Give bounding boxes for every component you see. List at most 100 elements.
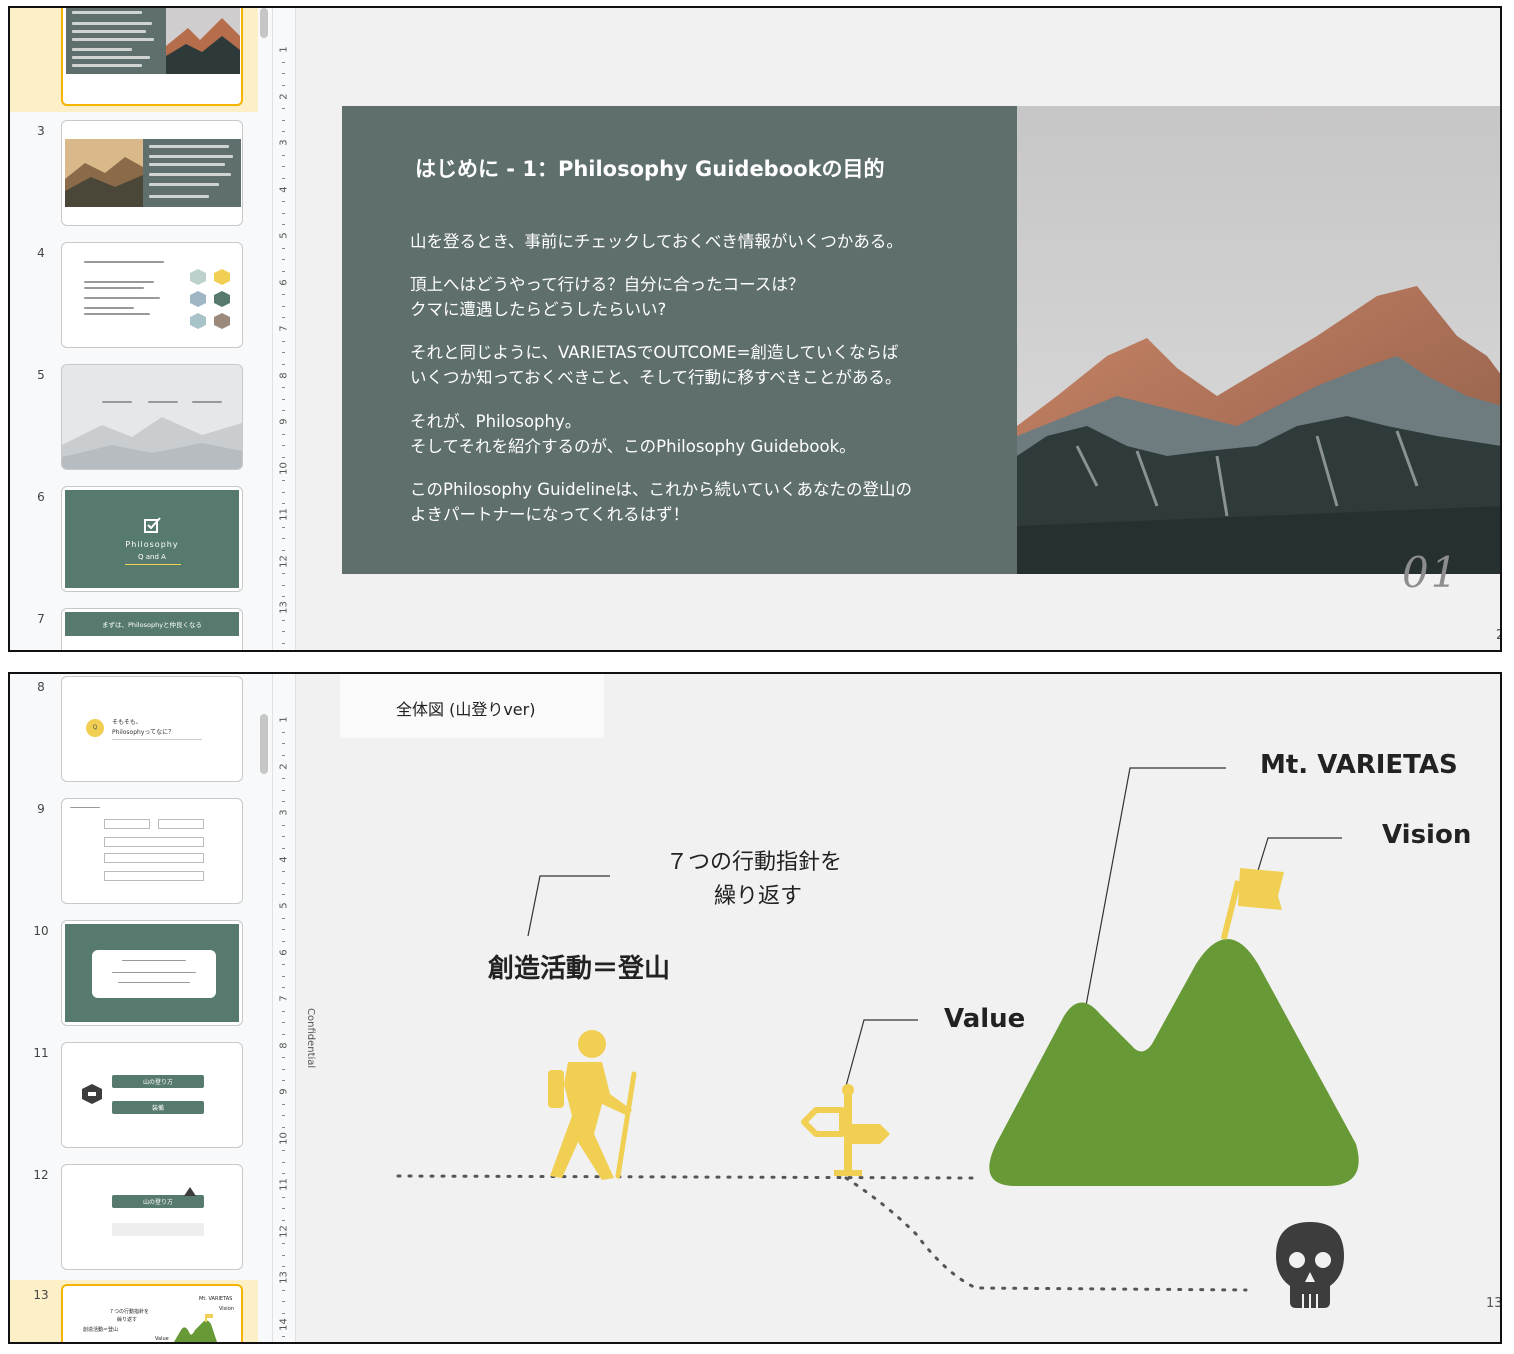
slide-thumbnail-5[interactable] (61, 364, 243, 470)
ruler-tick (282, 270, 285, 272)
thumb-text: ７つの行動指針を (109, 1309, 150, 1315)
ruler-tick (282, 1289, 285, 1291)
ruler-label: 13 (278, 1271, 290, 1284)
ruler-tick (282, 119, 285, 121)
ruler-label: 2 (278, 762, 290, 770)
slide-canvas: はじめに - 1：Philosophy Guidebookの目的 山を登るとき、… (296, 8, 1500, 650)
handwritten-number: 01 (1402, 548, 1460, 597)
filmstrip-item-4[interactable]: 4 (10, 242, 260, 354)
thumb-text: 繰り返す (117, 1317, 138, 1323)
ruler-tick (282, 445, 285, 447)
ruler-label: 7 (278, 995, 290, 1002)
ruler-tick (282, 882, 285, 884)
ruler-tick (282, 131, 285, 133)
ruler-tick (282, 1150, 285, 1152)
thumb-text: 山の登り方 (142, 1199, 173, 1206)
slide-thumbnail-7[interactable]: まずは、Philosophyと仲良くなる (61, 608, 243, 650)
ruler-tick (282, 987, 285, 989)
ruler-tick (282, 631, 285, 633)
scrollbar-thumb[interactable] (260, 8, 268, 38)
ruler-tick (282, 108, 285, 110)
slide-thumbnail-6[interactable]: Philosophy Q and A (61, 486, 243, 592)
slide-number: 8 (37, 680, 45, 694)
slide-thumbnail-9[interactable] (61, 798, 243, 904)
ruler-tick (282, 294, 285, 296)
slide-thumbnail-4[interactable] (61, 242, 243, 348)
slide-number: 12 (33, 1168, 49, 1182)
ruler-label: 3 (278, 139, 290, 146)
hexagon-icon (82, 1084, 102, 1104)
slide-thumbnail-11[interactable]: 山の登り方 装備 (61, 1042, 243, 1148)
ruler-tick (282, 1033, 285, 1035)
ruler-tick (282, 871, 285, 873)
ruler-label: 4 (278, 855, 290, 863)
ruler-tick (282, 1080, 285, 1082)
ruler-tick (282, 584, 285, 586)
slide-number: 13 (33, 1288, 49, 1302)
page-number: 13 (1486, 1296, 1502, 1311)
ruler-tick (282, 596, 285, 598)
ruler-tick (282, 1161, 285, 1163)
ruler-tick (282, 398, 285, 400)
ruler-tick (282, 929, 285, 931)
filmstrip-item-3[interactable]: 3 (10, 120, 260, 232)
slide-thumbnail-8[interactable]: Q そもそも、 Philosophyってなに？ (61, 676, 243, 782)
filmstrip-item-12[interactable]: 12 山の登り方 (10, 1164, 260, 1276)
ruler-label: 5 (278, 232, 290, 239)
creation-label: 創造活動＝登山 (488, 954, 671, 984)
ruler-tick (282, 1254, 285, 1256)
ruler-tick (282, 847, 285, 849)
filmstrip-item-5[interactable]: 5 (10, 364, 260, 476)
slide-thumbnail-10[interactable] (61, 920, 243, 1026)
ruler-tick (282, 73, 285, 75)
ruler-label: 12 (278, 1224, 290, 1238)
filmstrip-item-6[interactable]: 6 Philosophy Q and A (10, 486, 260, 598)
ruler-tick (282, 754, 285, 756)
ruler-label: 1 (278, 46, 290, 53)
ruler-tick (282, 340, 285, 342)
ruler-tick (282, 731, 285, 733)
ruler-tick (282, 526, 285, 528)
vertical-ruler: 1 2 3 4 5 6 7 8 9 10 11 12 13 14 (272, 674, 296, 1342)
slide-thumbnail-13[interactable]: Mt. VARIETAS Vision ７つの行動指針を 繰り返す 創造活動＝登… (61, 1284, 243, 1342)
ruler-label: 14 (278, 1317, 290, 1331)
filmstrip-item-13[interactable]: 13 Mt. VARIETAS Vision ７つの行動指針を 繰り返す 創造活… (10, 1280, 260, 1342)
ruler-tick (282, 363, 285, 365)
ruler-label: 5 (278, 902, 290, 909)
vertical-ruler: 1 2 3 4 5 6 7 8 9 10 11 12 13 (272, 8, 296, 650)
hexagon-icon (190, 269, 230, 329)
ruler-tick (282, 824, 285, 826)
filmstrip-item-10[interactable]: 10 (10, 920, 260, 1032)
slide-title: はじめに - 1：Philosophy Guidebookの目的 (415, 157, 885, 181)
slide-number: 3 (37, 124, 45, 138)
ruler-tick (282, 503, 285, 505)
filmstrip-item-2[interactable] (10, 8, 260, 112)
text-panel: はじめに - 1：Philosophy Guidebookの目的 山を登るとき、… (342, 106, 1017, 574)
ruler-tick (282, 1243, 285, 1245)
scrollbar-thumb[interactable] (260, 714, 268, 774)
slide-thumbnail-2[interactable] (61, 8, 243, 106)
slide-thumbnail-3[interactable] (61, 120, 243, 226)
paragraph-3: それと同じように、VARIETASでOUTCOME=創造していくならば いくつか… (410, 340, 901, 390)
paragraph-line: そしてそれを紹介するのが、このPhilosophy Guidebook。 (410, 437, 856, 456)
ruler-tick (282, 549, 285, 551)
filmstrip-item-8[interactable]: 8 Q そもそも、 Philosophyってなに？ (10, 676, 260, 788)
filmstrip-item-9[interactable]: 9 (10, 798, 260, 910)
ruler-tick (282, 801, 285, 803)
ruler-tick (282, 1196, 285, 1198)
paragraph-line: 山を登るとき、事前にチェックしておくべき情報がいくつかある。 (410, 232, 903, 251)
ruler-tick (282, 1010, 285, 1012)
ruler-label: 6 (278, 948, 290, 956)
filmstrip-item-7[interactable]: 7 まずは、Philosophyと仲良くなる (10, 608, 260, 650)
paragraph-line: このPhilosophy Guidelineは、これから続いていくあなたの登山の (410, 480, 913, 499)
behavior-label-line2: 繰り返す (714, 884, 803, 909)
filmstrip-scrollbar[interactable] (258, 674, 272, 1342)
thumb-title: まずは、Philosophyと仲良くなる (101, 621, 203, 629)
filmstrip-scrollbar[interactable] (258, 8, 272, 650)
ruler-label: 13 (278, 601, 290, 614)
ruler-tick (282, 212, 285, 214)
filmstrip-item-11[interactable]: 11 山の登り方 装備 (10, 1042, 260, 1154)
ruler-tick (282, 789, 285, 791)
slide-thumbnail-12[interactable]: 山の登り方 (61, 1164, 243, 1270)
flag-icon (1220, 868, 1284, 940)
